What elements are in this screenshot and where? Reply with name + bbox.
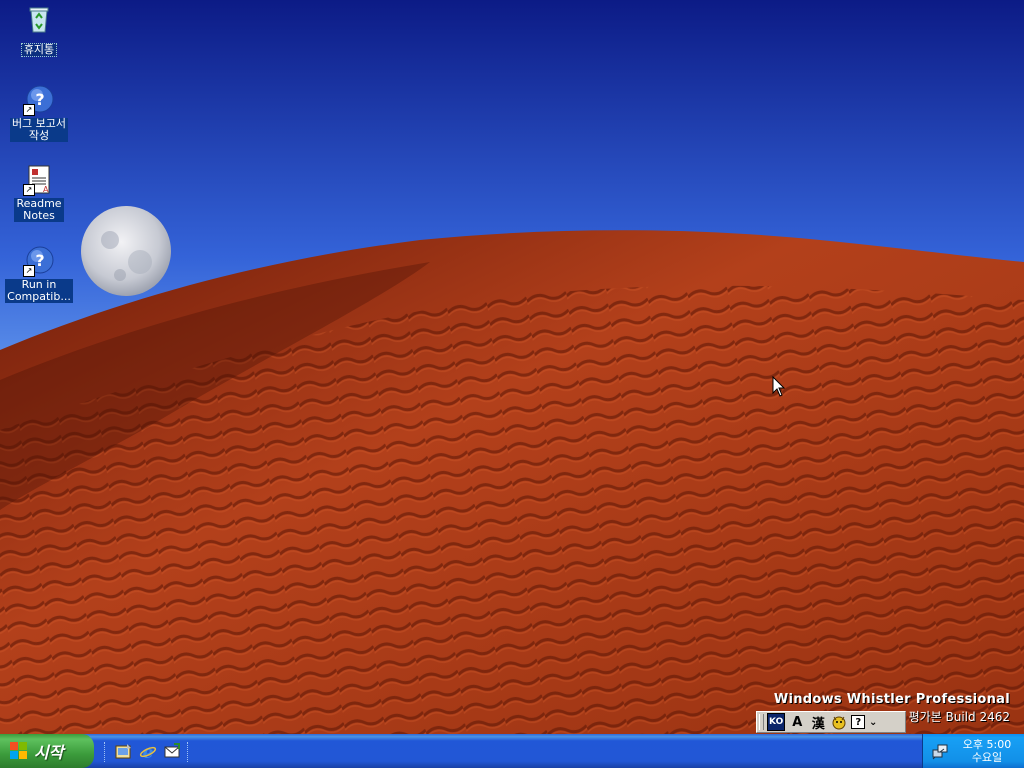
help-shortcut-icon: ? ↗: [23, 84, 55, 116]
desktop-icon-readme-notes[interactable]: A ↗ Readme Notes: [4, 164, 74, 223]
desktop-icon-label: Run in Compatib...: [5, 278, 73, 303]
outlook-express-icon[interactable]: [163, 743, 181, 761]
language-bar-help-button[interactable]: ?: [851, 715, 866, 729]
taskbar[interactable]: 시작 e 오후 5:00 수요일: [0, 734, 1024, 768]
desktop-icon-label: 휴지통: [20, 43, 58, 57]
svg-text:A: A: [43, 185, 49, 194]
start-button[interactable]: 시작: [0, 734, 94, 768]
svg-text:e: e: [143, 743, 154, 761]
desktop-icon-recycle-bin[interactable]: 휴지통: [4, 4, 74, 57]
clock-day: 수요일: [971, 751, 1003, 764]
shortcut-arrow-icon: ↗: [23, 104, 35, 116]
desktop-icon-bug-report[interactable]: ? ↗ 버그 보고서 작성: [4, 84, 74, 143]
language-bar-options-button[interactable]: ⌄: [868, 713, 878, 731]
ime-pad-icon[interactable]: [830, 713, 848, 731]
language-button[interactable]: KO: [767, 713, 786, 731]
svg-text:?: ?: [35, 90, 44, 109]
desktop-icon-label: 버그 보고서 작성: [9, 117, 69, 142]
quick-launch: e: [104, 742, 198, 763]
svg-text:?: ?: [35, 251, 44, 270]
help-shortcut-icon: ? ↗: [23, 245, 55, 277]
language-bar[interactable]: KO A 漢 ? ⌄: [756, 711, 906, 733]
quick-launch-separator: [187, 742, 190, 762]
language-bar-grip[interactable]: [759, 714, 764, 730]
watermark-product: Windows Whistler Professional: [773, 692, 1010, 707]
document-shortcut-icon: A ↗: [23, 164, 55, 196]
clock-time: 오후 5:00: [962, 738, 1012, 751]
input-mode-button[interactable]: A: [788, 713, 806, 731]
windows-logo-icon: [10, 742, 28, 760]
desktop[interactable]: 휴지통 ? ↗ 버그 보고서 작성 A ↗ Readme Notes ? ↗ R…: [0, 0, 1024, 734]
clock[interactable]: 오후 5:00 수요일: [955, 738, 1019, 764]
moon: [81, 206, 171, 296]
quick-launch-grip[interactable]: [104, 742, 107, 762]
network-status-icon[interactable]: [931, 742, 949, 760]
desktop-icon-label: Readme Notes: [14, 197, 64, 222]
system-tray: 오후 5:00 수요일: [922, 734, 1024, 768]
start-button-label: 시작: [34, 743, 64, 762]
internet-explorer-icon[interactable]: e: [139, 743, 157, 763]
recycle-bin-icon: [23, 4, 55, 36]
shortcut-arrow-icon: ↗: [23, 184, 35, 196]
show-desktop-icon[interactable]: [115, 743, 133, 761]
hanja-button[interactable]: 漢: [809, 713, 827, 732]
shortcut-arrow-icon: ↗: [23, 265, 35, 277]
desktop-icon-run-in-compatibility[interactable]: ? ↗ Run in Compatib...: [4, 245, 74, 304]
mouse-cursor-icon: [772, 376, 786, 397]
desert-wallpaper: [0, 0, 1024, 734]
